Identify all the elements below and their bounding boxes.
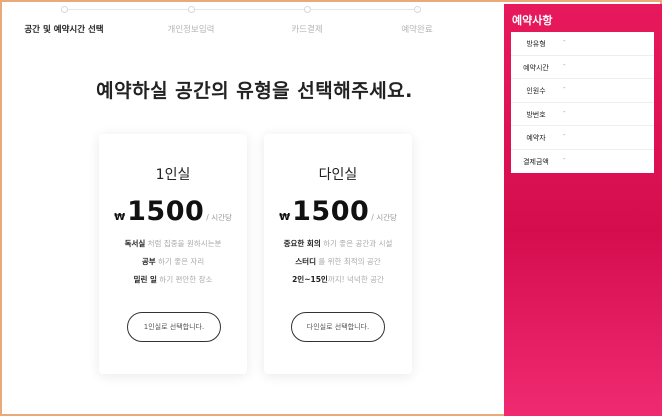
summary-value: - — [563, 84, 566, 92]
summary-label: 방유형 — [526, 40, 546, 48]
price: ₩1500/ 시간당 — [264, 196, 412, 227]
step-label-1: 공간 및 예약시간 선택 — [24, 25, 104, 35]
stepper-line — [64, 9, 419, 10]
summary-label: 결제금액 — [523, 157, 549, 166]
summary-row-room-number: 방번호 - — [511, 103, 654, 126]
price: ₩1500/ 시간당 — [99, 196, 247, 227]
progress-stepper: 공간 및 예약시간 선택 개인정보입력 카드결제 예약완료 — [2, 2, 502, 46]
summary-label: 예약자 — [526, 134, 546, 142]
summary-row-booker: 예약자 - — [511, 126, 654, 150]
feature-line: 공부 하기 좋은 자리 — [141, 257, 205, 266]
feature-line: 중요한 회의 하기 좋은 공간과 시설 — [283, 239, 393, 248]
feature-line: 2인~15인까지! 넉넉한 공간 — [292, 275, 384, 284]
sidebar-title: 예약사항 — [512, 14, 553, 27]
step-dot-4 — [414, 6, 421, 13]
summary-row-room-type: 방유형 - — [511, 32, 654, 56]
feature-line: 밀린 일 하기 편안한 장소 — [133, 275, 213, 284]
room-card-multi: 다인실 ₩1500/ 시간당 중요한 회의 하기 좋은 공간과 시설 스터디 를… — [264, 134, 412, 374]
page-frame: 공간 및 예약시간 선택 개인정보입력 카드결제 예약완료 예약하실 공간의 유… — [0, 0, 662, 416]
step-label-3: 카드결제 — [291, 25, 323, 35]
step-label-2: 개인정보입력 — [167, 25, 215, 35]
page-title: 예약하실 공간의 유형을 선택해주세요. — [96, 80, 413, 102]
currency-symbol: ₩ — [114, 212, 126, 223]
summary-row-time: 예약시간 - — [511, 56, 654, 79]
summary-label: 인원수 — [526, 87, 546, 95]
step-label-4: 예약완료 — [401, 25, 433, 35]
summary-value: - — [563, 107, 566, 116]
summary-label: 예약시간 — [523, 63, 549, 72]
currency-symbol: ₩ — [279, 212, 291, 223]
summary-row-amount: 결제금액 - — [511, 150, 654, 174]
card-title: 다인실 — [318, 167, 358, 183]
select-single-room-button[interactable]: 1인실로 선택합니다. — [127, 312, 221, 342]
summary-label: 방번호 — [526, 110, 546, 119]
price-amount: 1500 — [292, 196, 370, 227]
summary-value: - — [563, 60, 566, 69]
feature-line: 스터디 를 위한 최적의 공간 — [295, 257, 381, 266]
step-dot-1 — [61, 6, 68, 13]
card-title: 1인실 — [155, 167, 191, 183]
summary-value: - — [563, 131, 566, 139]
room-card-single: 1인실 ₩1500/ 시간당 독서실 처럼 집중을 원하시는분 공부 하기 좋은… — [99, 134, 247, 374]
reservation-sidebar: 예약사항 방유형 - 예약시간 - 인원수 - 방번호 - 예약자 - 결제금액 - — [504, 4, 662, 416]
step-dot-2 — [188, 6, 195, 13]
price-amount: 1500 — [127, 196, 205, 227]
step-dot-3 — [304, 6, 311, 13]
select-multi-room-button[interactable]: 다인실로 선택합니다. — [291, 312, 385, 342]
summary-value: - — [563, 37, 566, 45]
reservation-summary-table: 방유형 - 예약시간 - 인원수 - 방번호 - 예약자 - 결제금액 - — [511, 32, 654, 173]
price-unit: / 시간당 — [206, 213, 232, 222]
summary-row-people: 인원수 - — [511, 79, 654, 103]
price-unit: / 시간당 — [371, 213, 397, 222]
summary-value: - — [563, 154, 566, 163]
feature-line: 독서실 처럼 집중을 원하시는분 — [124, 239, 222, 248]
